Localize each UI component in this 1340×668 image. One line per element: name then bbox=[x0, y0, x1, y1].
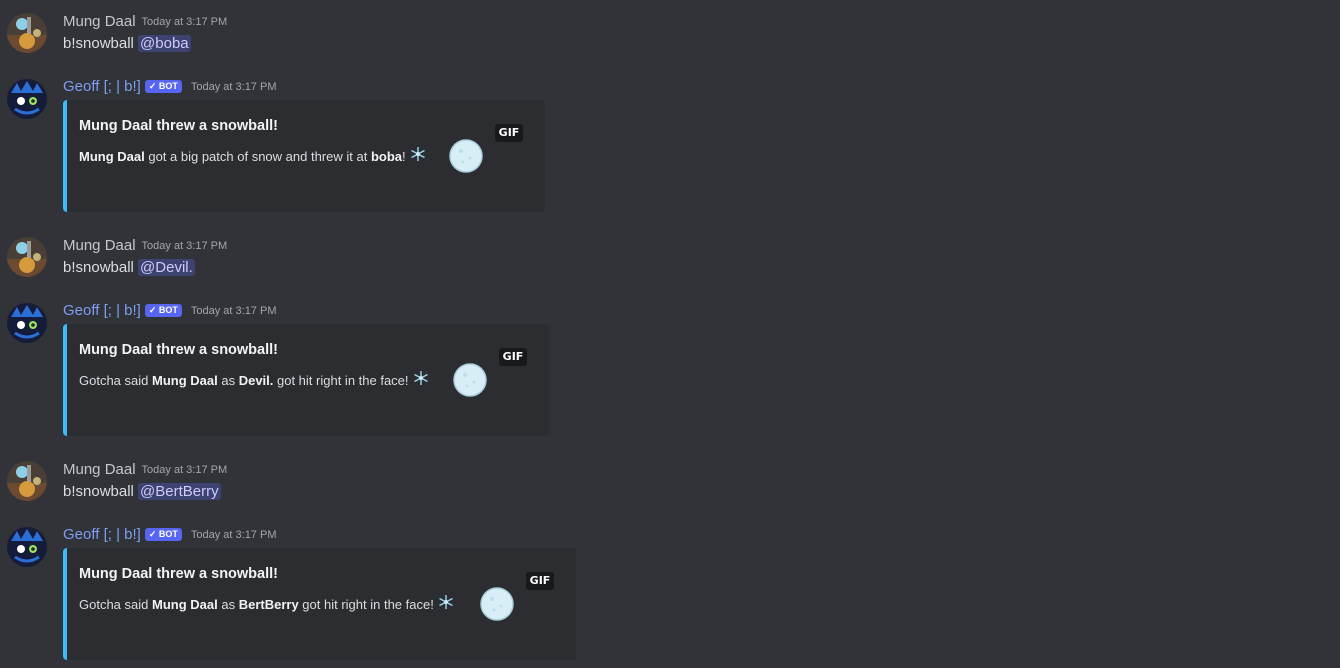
desc-text: ! bbox=[402, 148, 406, 164]
message-content: b!snowball @Devil. bbox=[63, 258, 195, 278]
snowflake-icon bbox=[410, 146, 426, 167]
username[interactable]: Mung Daal bbox=[63, 13, 136, 30]
bot-tag: ✓ BOT bbox=[144, 527, 182, 541]
username[interactable]: Mung Daal bbox=[63, 461, 136, 478]
command-text: b!snowball bbox=[63, 259, 139, 276]
command-text: b!snowball bbox=[63, 483, 139, 500]
embed-title: Mung Daal threw a snowball! bbox=[79, 566, 278, 582]
user-avatar[interactable] bbox=[7, 13, 47, 53]
command-text: b!snowball bbox=[63, 35, 139, 52]
message-header: Geoff [; | b!] ✓ BOT Today at 3:17 PM bbox=[63, 525, 276, 545]
embed-card: Mung Daal threw a snowball! Gotcha said … bbox=[63, 324, 549, 436]
desc-text: got hit right in the face! bbox=[298, 596, 434, 612]
desc-text: as bbox=[217, 596, 239, 612]
timestamp: Today at 3:17 PM bbox=[141, 16, 228, 28]
timestamp: Today at 3:17 PM bbox=[141, 240, 228, 252]
desc-text: Gotcha said bbox=[79, 596, 152, 612]
timestamp: Today at 3:17 PM bbox=[190, 305, 277, 317]
desc-bold: BertBerry bbox=[238, 596, 299, 612]
desc-bold: Mung Daal bbox=[152, 596, 218, 612]
embed-description: Gotcha said Mung Daal as BertBerry got h… bbox=[79, 595, 454, 616]
embed-title: Mung Daal threw a snowball! bbox=[79, 118, 278, 134]
user-mention[interactable]: @BertBerry bbox=[138, 483, 221, 500]
bot-username[interactable]: Geoff [; | b!] bbox=[63, 78, 141, 95]
message-header: Mung Daal Today at 3:17 PM bbox=[63, 460, 227, 480]
user-avatar[interactable] bbox=[7, 237, 47, 277]
snowball-image[interactable] bbox=[479, 586, 515, 622]
embed-description: Mung Daal got a big patch of snow and th… bbox=[79, 147, 426, 168]
gif-badge: GIF bbox=[495, 124, 523, 142]
desc-text: got a big patch of snow and threw it at bbox=[144, 148, 371, 164]
user-mention[interactable]: @Devil. bbox=[138, 259, 195, 276]
snowball-image[interactable] bbox=[452, 362, 488, 398]
gif-badge: GIF bbox=[499, 348, 527, 366]
bot-tag: ✓ BOT bbox=[144, 79, 182, 93]
gif-badge: GIF bbox=[526, 572, 554, 590]
message-header: Mung Daal Today at 3:17 PM bbox=[63, 12, 227, 32]
message-header: Mung Daal Today at 3:17 PM bbox=[63, 236, 227, 256]
timestamp: Today at 3:17 PM bbox=[190, 81, 277, 93]
desc-bold: Mung Daal bbox=[152, 372, 218, 388]
message-content: b!snowball @BertBerry bbox=[63, 482, 221, 502]
user-avatar[interactable] bbox=[7, 461, 47, 501]
desc-text: as bbox=[217, 372, 239, 388]
desc-text: got hit right in the face! bbox=[273, 372, 409, 388]
snowflake-icon bbox=[438, 594, 454, 615]
timestamp: Today at 3:17 PM bbox=[141, 464, 228, 476]
timestamp: Today at 3:17 PM bbox=[190, 529, 277, 541]
desc-bold: boba bbox=[370, 148, 402, 164]
desc-text: Gotcha said bbox=[79, 372, 152, 388]
username[interactable]: Mung Daal bbox=[63, 237, 136, 254]
desc-bold: Mung Daal bbox=[79, 148, 145, 164]
message-header: Geoff [; | b!] ✓ BOT Today at 3:17 PM bbox=[63, 77, 276, 97]
embed-title: Mung Daal threw a snowball! bbox=[79, 342, 278, 358]
user-mention[interactable]: @boba bbox=[138, 35, 191, 52]
bot-avatar[interactable] bbox=[7, 527, 47, 567]
embed-description: Gotcha said Mung Daal as Devil. got hit … bbox=[79, 371, 429, 392]
snowflake-icon bbox=[413, 370, 429, 391]
message-header: Geoff [; | b!] ✓ BOT Today at 3:17 PM bbox=[63, 301, 276, 321]
desc-bold: Devil. bbox=[238, 372, 274, 388]
bot-tag: ✓ BOT bbox=[144, 303, 182, 317]
bot-username[interactable]: Geoff [; | b!] bbox=[63, 526, 141, 543]
snowball-image[interactable] bbox=[448, 138, 484, 174]
bot-username[interactable]: Geoff [; | b!] bbox=[63, 302, 141, 319]
message-content: b!snowball @boba bbox=[63, 34, 191, 54]
embed-card: Mung Daal threw a snowball! Mung Daal go… bbox=[63, 100, 545, 212]
bot-avatar[interactable] bbox=[7, 79, 47, 119]
embed-card: Mung Daal threw a snowball! Gotcha said … bbox=[63, 548, 576, 660]
bot-avatar[interactable] bbox=[7, 303, 47, 343]
